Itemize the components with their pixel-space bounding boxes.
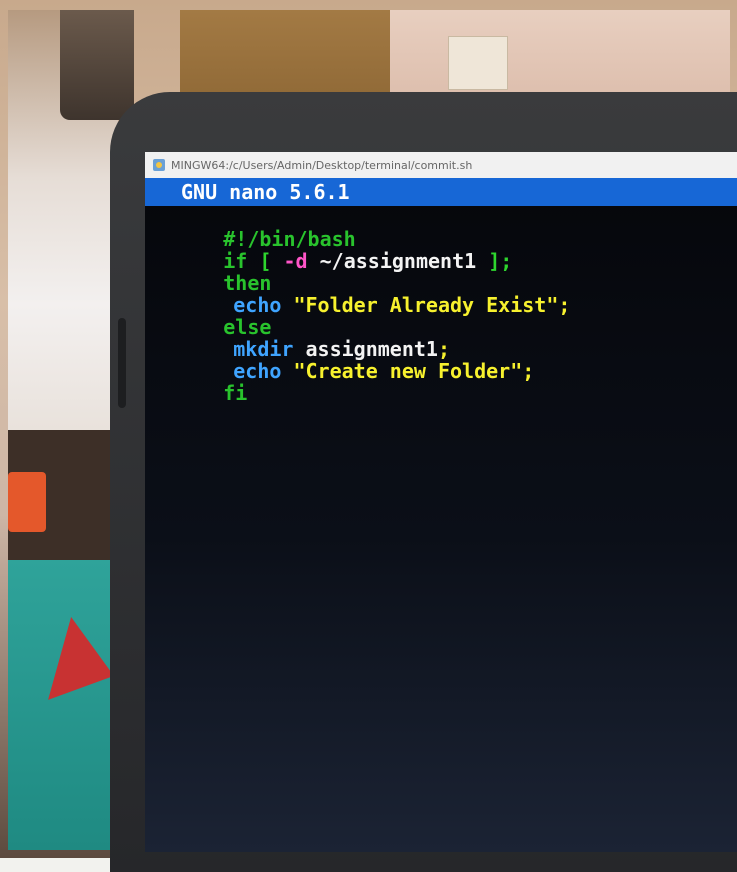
window-titlebar[interactable]: MINGW64:/c/Users/Admin/Desktop/terminal/… [145,152,737,178]
window-title: MINGW64:/c/Users/Admin/Desktop/terminal/… [171,158,473,172]
laptop-side-button [118,318,126,408]
keyword-if: if [223,249,248,273]
path-arg: ~/assignment1 [319,249,477,273]
hanging-bag [60,10,134,120]
semicolon: ; [558,293,571,317]
nano-version-label: GNU nano 5.6.1 [181,180,350,204]
command-echo: echo [233,293,282,317]
command-echo: echo [233,359,282,383]
flag-d: -d [283,249,308,273]
terminal-app-icon [153,159,165,171]
string-literal: "Folder Already Exist" [293,293,559,317]
code-line-1: #!/bin/bash [151,206,731,250]
nano-header-bar: GNU nano 5.6.1 [145,178,737,206]
nano-editor[interactable]: #!/bin/bash if [ -d ~/assignment1 ]; the… [151,206,731,404]
semicolon: ; [437,337,451,361]
semicolon: ; [522,359,535,383]
shebang: #!/bin/bash [223,227,356,251]
keyword-else: else [223,315,272,339]
string-literal: "Create new Folder" [293,359,523,383]
mkdir-arg: assignment1 [305,337,438,361]
bracket-close: ]; [488,249,513,273]
laptop-screen: MINGW64:/c/Users/Admin/Desktop/terminal/… [145,152,737,852]
bracket-open: [ [259,249,272,273]
orange-object [8,472,46,532]
keyword-fi: fi [223,381,248,405]
wall-poster [448,36,508,90]
command-mkdir: mkdir [233,337,294,361]
cutting-mat [8,560,112,850]
keyword-then: then [223,271,272,295]
